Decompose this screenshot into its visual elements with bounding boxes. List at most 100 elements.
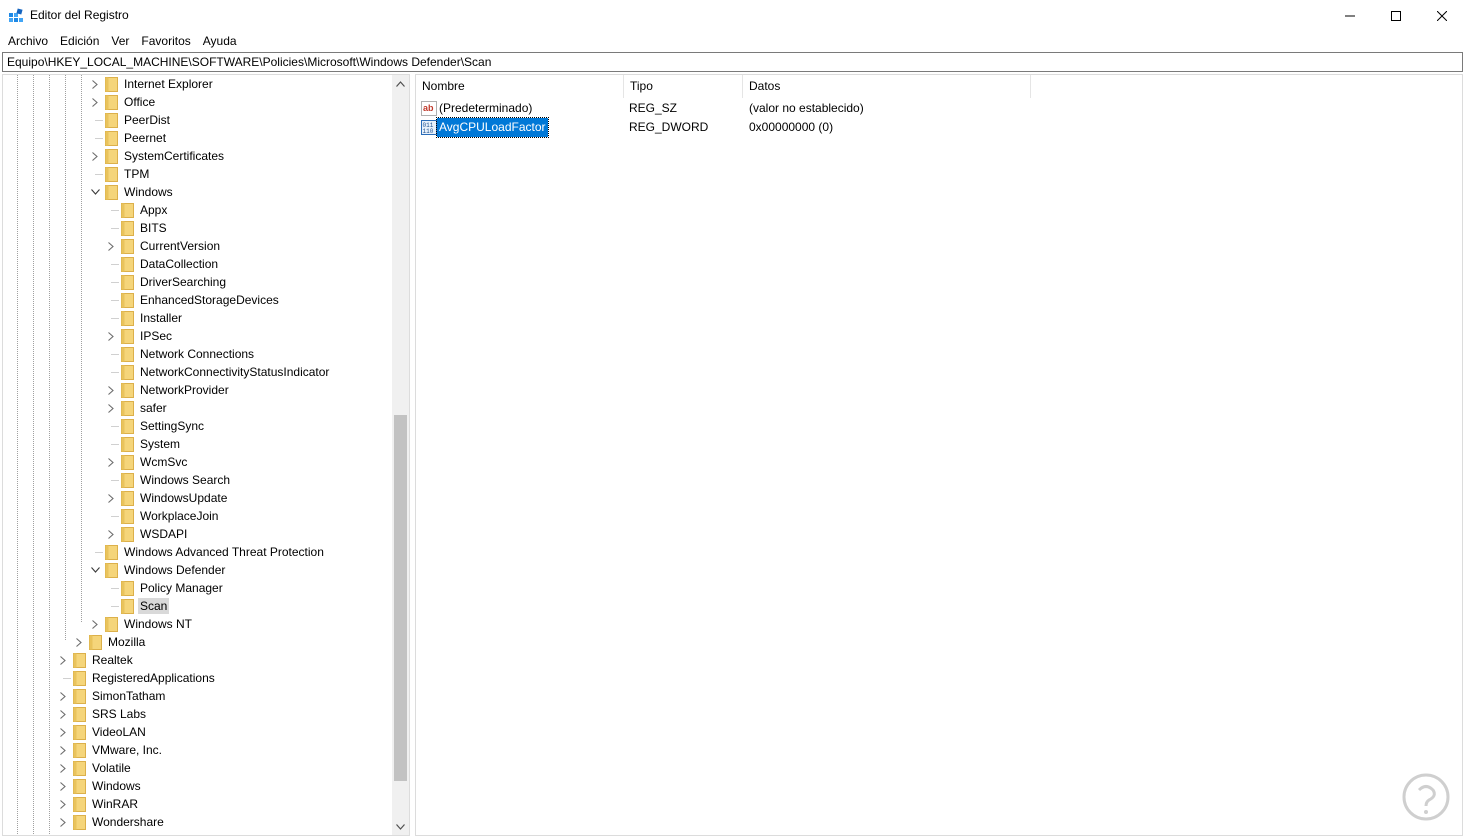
chevron-right-icon[interactable]	[105, 399, 117, 417]
close-button[interactable]	[1419, 0, 1465, 31]
tree-item[interactable]: IPSec	[105, 327, 174, 345]
tree-item[interactable]: SettingSync	[105, 417, 206, 435]
chevron-right-icon[interactable]	[57, 741, 69, 759]
chevron-right-icon[interactable]	[57, 723, 69, 741]
tree-item[interactable]: Mozilla	[73, 633, 147, 651]
tree-vertical-scrollbar[interactable]	[392, 75, 409, 835]
tree-item[interactable]: CurrentVersion	[105, 237, 222, 255]
chevron-right-icon[interactable]	[105, 381, 117, 399]
tree-item[interactable]: Network Connections	[105, 345, 256, 363]
chevron-right-icon[interactable]	[105, 327, 117, 345]
chevron-right-icon[interactable]	[57, 651, 69, 669]
tree-item-label: Windows	[92, 779, 141, 793]
minimize-button[interactable]	[1327, 0, 1373, 31]
tree-item[interactable]: Realtek	[57, 651, 135, 669]
chevron-right-icon[interactable]	[89, 615, 101, 633]
tree-item[interactable]: Windows NT	[89, 615, 194, 633]
chevron-right-icon[interactable]	[57, 705, 69, 723]
tree-item[interactable]: Peernet	[89, 129, 168, 147]
menu-favoritos[interactable]: Favoritos	[135, 31, 196, 51]
tree-item[interactable]: Scan	[105, 597, 170, 615]
tree-item[interactable]: Internet Explorer	[89, 75, 215, 93]
tree-item[interactable]: Windows Defender	[89, 561, 227, 579]
tree-item[interactable]: WSDAPI	[105, 525, 189, 543]
tree-item[interactable]: Office	[89, 93, 157, 111]
tree-connector	[105, 309, 117, 327]
tree-item[interactable]: SimonTatham	[57, 687, 167, 705]
chevron-right-icon[interactable]	[105, 489, 117, 507]
tree-item-label: Mozilla	[108, 635, 146, 649]
tree-item[interactable]: WcmSvc	[105, 453, 189, 471]
tree-item[interactable]: RegisteredApplications	[57, 669, 217, 687]
tree-item[interactable]: EnhancedStorageDevices	[105, 291, 281, 309]
tree-item[interactable]: VideoLAN	[57, 723, 148, 741]
tree-item[interactable]: Windows Advanced Threat Protection	[89, 543, 326, 561]
tree-item[interactable]: WindowsUpdate	[105, 489, 229, 507]
chevron-right-icon[interactable]	[89, 75, 101, 93]
chevron-right-icon[interactable]	[57, 759, 69, 777]
tree-item-label: DataCollection	[140, 257, 219, 271]
tree-item-label: RegisteredApplications	[92, 671, 215, 685]
menu-ayuda[interactable]: Ayuda	[197, 31, 243, 51]
tree-item-label: Policy Manager	[140, 581, 223, 595]
tree-item[interactable]: Windows	[57, 777, 143, 795]
tree-item[interactable]: System	[105, 435, 182, 453]
tree-pane[interactable]: Internet Explorer Office PeerDist Peernet Sy…	[2, 74, 410, 836]
tree-item[interactable]: VMware, Inc.	[57, 741, 164, 759]
folder-icon	[121, 490, 134, 506]
chevron-right-icon[interactable]	[105, 237, 117, 255]
tree-item[interactable]: SystemCertificates	[89, 147, 226, 165]
scroll-up-arrow-icon[interactable]	[392, 75, 409, 92]
tree-item[interactable]: DataCollection	[105, 255, 220, 273]
scroll-down-arrow-icon[interactable]	[392, 818, 409, 835]
chevron-right-icon[interactable]	[89, 147, 101, 165]
menu-ver[interactable]: Ver	[105, 31, 135, 51]
tree-item[interactable]: DriverSearching	[105, 273, 228, 291]
maximize-button[interactable]	[1373, 0, 1419, 31]
address-bar[interactable]: Equipo\HKEY_LOCAL_MACHINE\SOFTWARE\Polic…	[2, 52, 1463, 72]
tree-item[interactable]: BITS	[105, 219, 169, 237]
value-row-avgcpuloadfactor[interactable]: 011 110 AvgCPULoadFactor REG_DWORD 0x000…	[416, 117, 1462, 138]
chevron-right-icon[interactable]	[57, 813, 69, 831]
folder-icon	[121, 454, 134, 470]
tree-item[interactable]: WorkplaceJoin	[105, 507, 220, 525]
chevron-right-icon[interactable]	[57, 687, 69, 705]
tree-item-label: PeerDist	[124, 113, 171, 127]
folder-icon	[105, 544, 118, 560]
menu-edicion[interactable]: Edición	[54, 31, 105, 51]
column-header-datos[interactable]: Datos	[743, 75, 1031, 98]
column-header-nombre[interactable]: Nombre	[416, 75, 624, 98]
chevron-right-icon[interactable]	[105, 453, 117, 471]
chevron-down-icon[interactable]	[89, 183, 101, 201]
tree-item[interactable]: Volatile	[57, 759, 133, 777]
scroll-thumb[interactable]	[394, 415, 407, 781]
column-header-tipo[interactable]: Tipo	[624, 75, 743, 98]
tree-item[interactable]: NetworkConnectivityStatusIndicator	[105, 363, 331, 381]
values-list-pane[interactable]: Nombre Tipo Datos ab (Predeterminado) RE…	[415, 74, 1463, 836]
tree-item[interactable]: TPM	[89, 165, 151, 183]
folder-icon	[121, 400, 134, 416]
tree-item-label: SettingSync	[140, 419, 205, 433]
value-row-predeterminado[interactable]: ab (Predeterminado) REG_SZ (valor no est…	[416, 99, 1462, 118]
tree-item[interactable]: Policy Manager	[105, 579, 225, 597]
folder-icon	[73, 796, 86, 812]
chevron-right-icon[interactable]	[57, 795, 69, 813]
tree-item[interactable]: Installer	[105, 309, 184, 327]
chevron-right-icon[interactable]	[73, 633, 85, 651]
folder-icon	[73, 778, 86, 794]
chevron-right-icon[interactable]	[105, 525, 117, 543]
tree-item[interactable]: SRS Labs	[57, 705, 148, 723]
chevron-down-icon[interactable]	[89, 561, 101, 579]
tree-item[interactable]: PeerDist	[89, 111, 172, 129]
tree-item[interactable]: Appx	[105, 201, 169, 219]
tree-item[interactable]: safer	[105, 399, 169, 417]
chevron-right-icon[interactable]	[57, 777, 69, 795]
tree-item[interactable]: Windows	[89, 183, 175, 201]
chevron-right-icon[interactable]	[89, 93, 101, 111]
tree-item[interactable]: Windows Search	[105, 471, 232, 489]
tree-item[interactable]: Wondershare	[57, 813, 166, 831]
menu-archivo[interactable]: Archivo	[2, 31, 54, 51]
tree-item[interactable]: NetworkProvider	[105, 381, 231, 399]
tree-connector	[105, 471, 117, 489]
tree-item[interactable]: WinRAR	[57, 795, 140, 813]
